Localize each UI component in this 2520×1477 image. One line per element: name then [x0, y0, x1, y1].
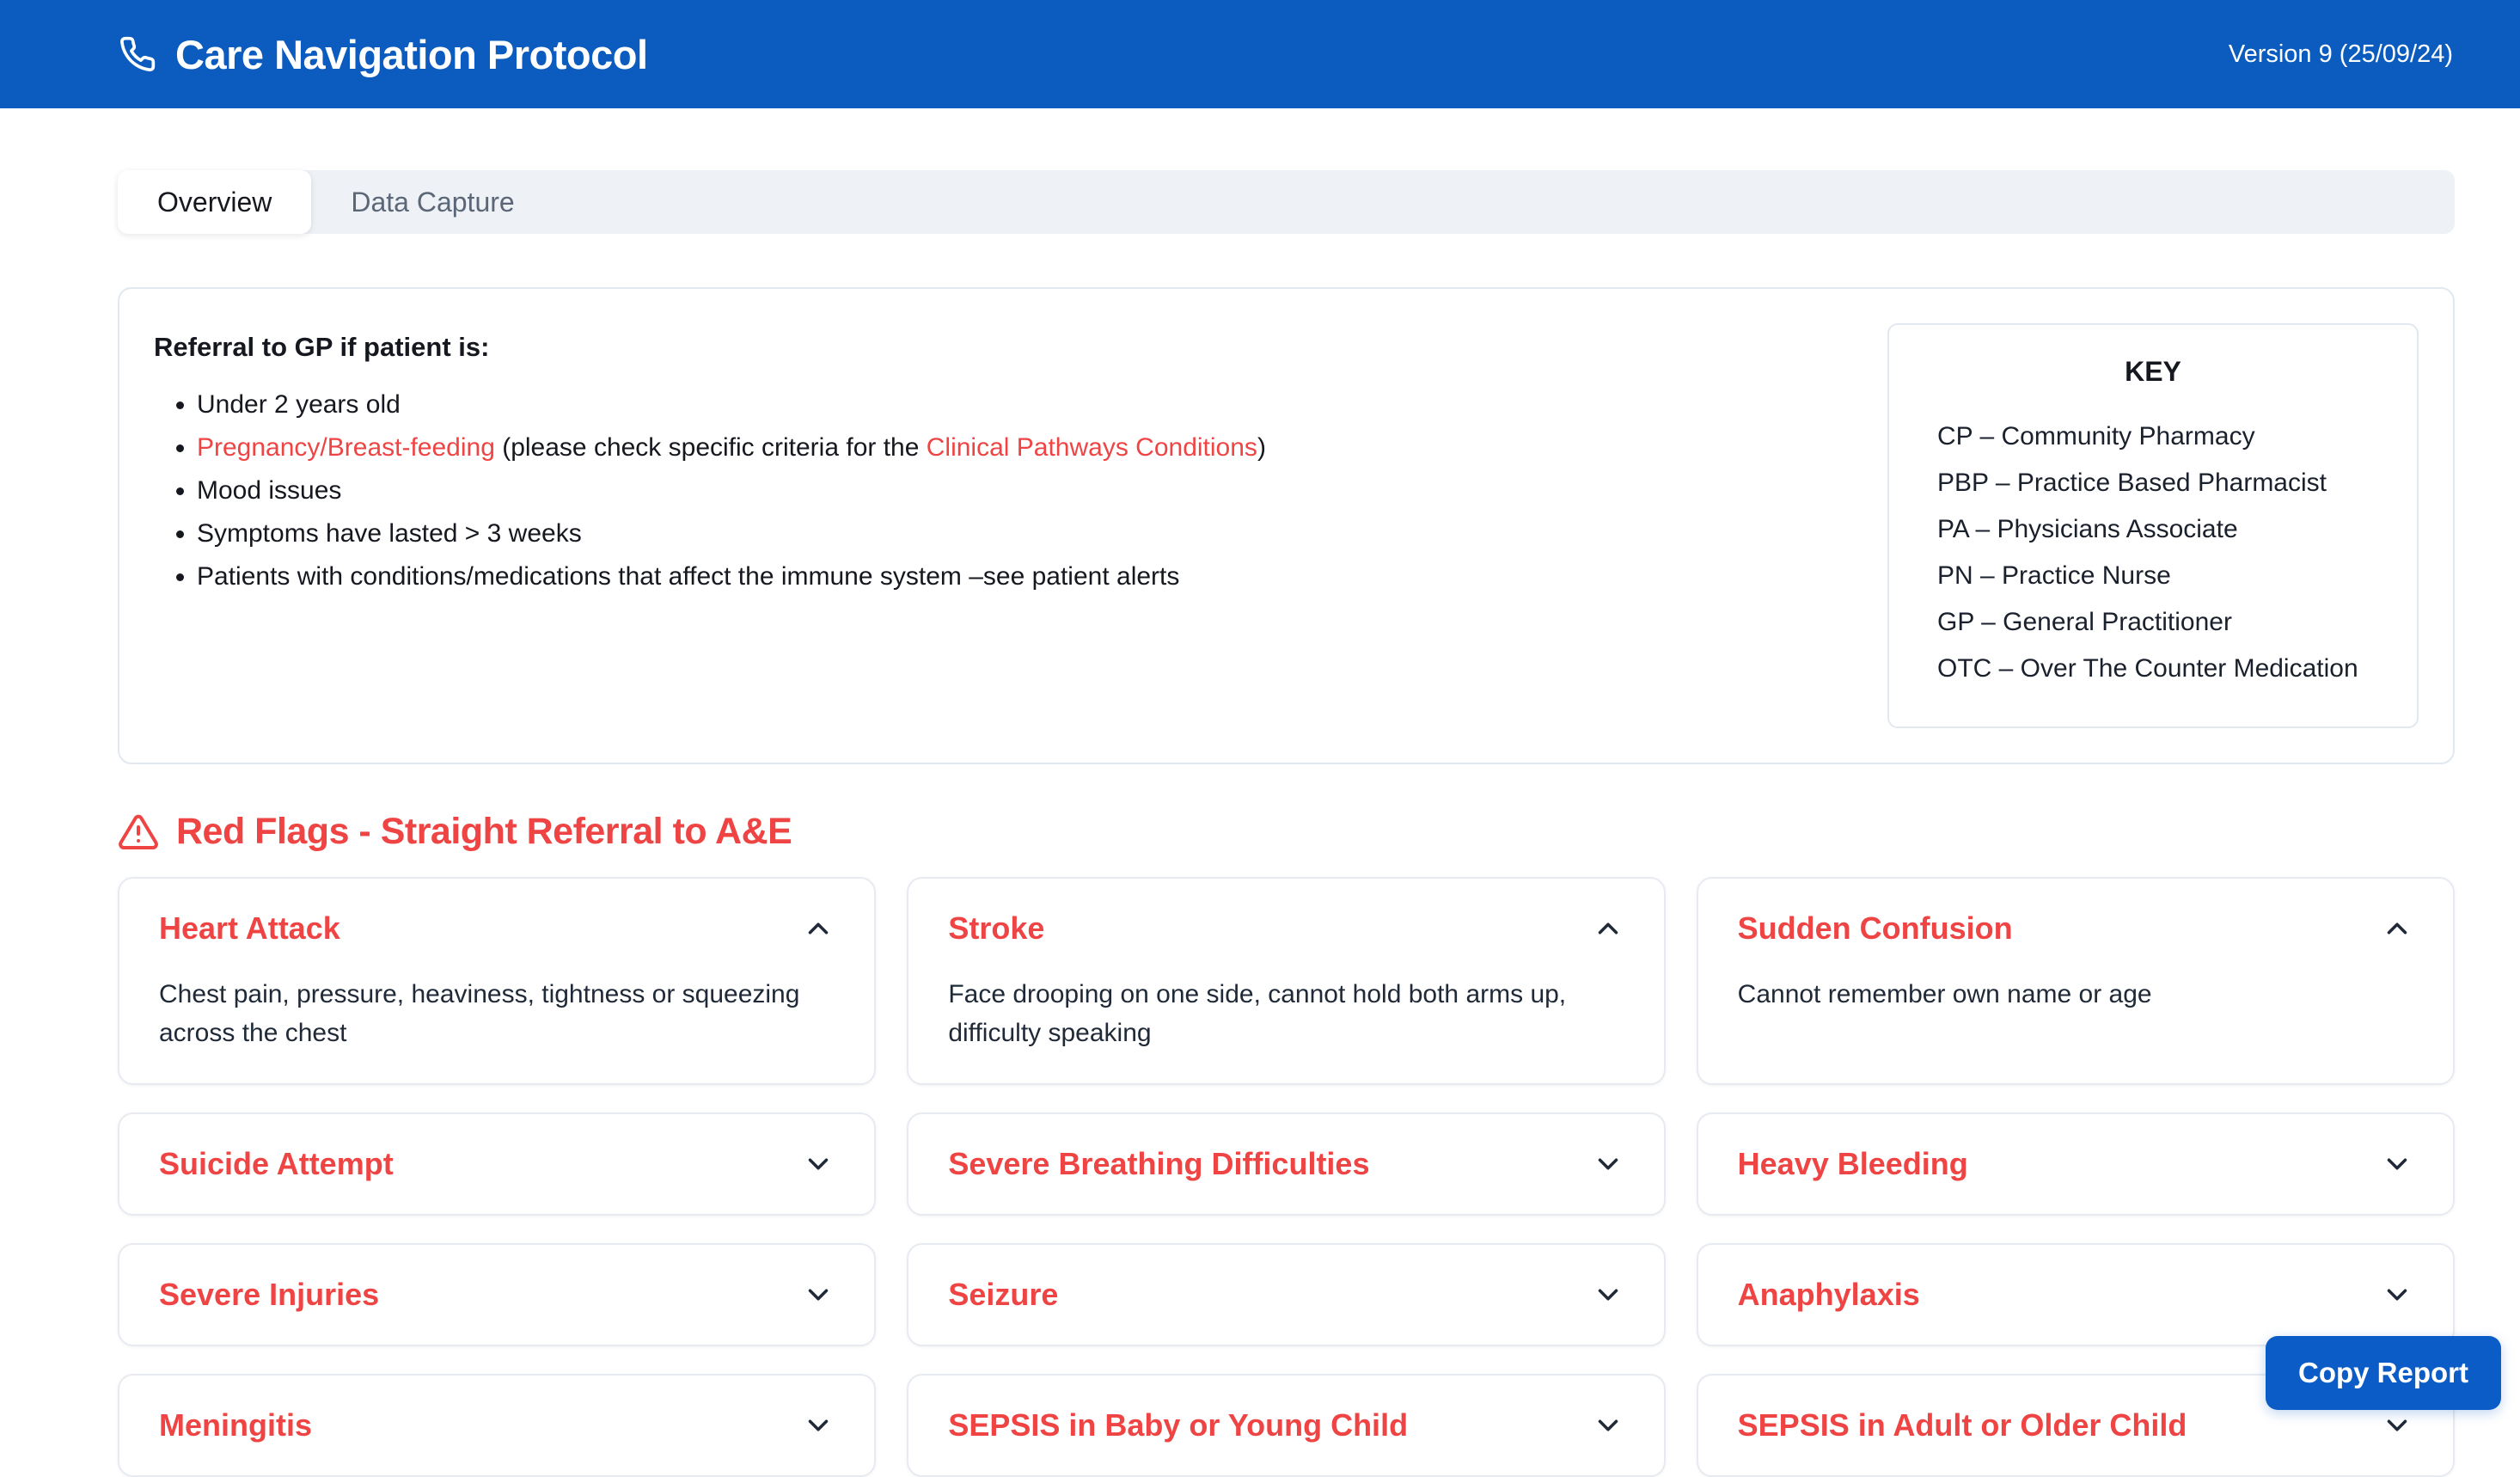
key-entry: OTC – Over The Counter Medication [1937, 646, 2369, 692]
card-toggle-meningitis[interactable]: Meningitis [159, 1407, 835, 1444]
card-anaphylaxis: Anaphylaxis [1697, 1243, 2455, 1346]
key-entry: PA – Physicians Associate [1937, 506, 2369, 553]
copy-report-button[interactable]: Copy Report [2266, 1336, 2501, 1410]
chevron-down-icon[interactable] [1592, 1278, 1624, 1311]
referral-text: Patients with conditions/medications tha… [197, 562, 1179, 591]
red-flags-heading: Red Flags - Straight Referral to A&E [176, 811, 792, 853]
card-title: SEPSIS in Baby or Young Child [948, 1407, 1408, 1444]
card-toggle-stroke[interactable]: Stroke [948, 910, 1624, 947]
card-title: Severe Breathing Difficulties [948, 1145, 1369, 1183]
chevron-down-icon[interactable] [802, 1278, 835, 1311]
card-seizure: Seizure [907, 1243, 1665, 1346]
phone-icon [119, 35, 156, 73]
chevron-down-icon[interactable] [1592, 1148, 1624, 1180]
chevron-down-icon[interactable] [2381, 1278, 2413, 1311]
red-flags-grid: Heart Attack Chest pain, pressure, heavin… [118, 877, 2455, 1477]
referral-item: Pregnancy/Breast-feeding (please check s… [197, 432, 1853, 464]
key-title: KEY [1937, 356, 2369, 388]
app-header: Care Navigation Protocol Version 9 (25/0… [0, 0, 2520, 108]
key-panel: KEY CP – Community PharmacyPBP – Practic… [1887, 323, 2419, 728]
key-entries: CP – Community PharmacyPBP – Practice Ba… [1937, 414, 2369, 692]
chevron-down-icon[interactable] [2381, 1409, 2413, 1442]
referral-item: Mood issues [197, 475, 1853, 507]
card-title: Stroke [948, 910, 1044, 947]
referral-text: (please check specific criteria for the [495, 433, 927, 462]
referral-text: Mood issues [197, 476, 341, 505]
card-body: Cannot remember own name or age [1738, 975, 2413, 1014]
tab-bar: Overview Data Capture [118, 170, 2455, 234]
card-meningitis: Meningitis [118, 1374, 876, 1477]
card-title: Seizure [948, 1276, 1058, 1314]
referral-text: Symptoms have lasted > 3 weeks [197, 519, 582, 548]
card-toggle-sepsis-in-adult-or-older-child[interactable]: SEPSIS in Adult or Older Child [1738, 1407, 2413, 1444]
card-toggle-heavy-bleeding[interactable]: Heavy Bleeding [1738, 1145, 2413, 1183]
referral-item: Patients with conditions/medications tha… [197, 561, 1853, 593]
card-title: SEPSIS in Adult or Older Child [1738, 1407, 2187, 1444]
card-toggle-suicide-attempt[interactable]: Suicide Attempt [159, 1145, 835, 1183]
red-flags-heading-row: Red Flags - Straight Referral to A&E [118, 811, 2455, 853]
chevron-down-icon[interactable] [1592, 1409, 1624, 1442]
card-title: Heart Attack [159, 910, 340, 947]
main-content: Overview Data Capture Referral to GP if … [0, 170, 2520, 1477]
card-toggle-severe-breathing-difficulties[interactable]: Severe Breathing Difficulties [948, 1145, 1624, 1183]
referral-list: Under 2 years old Pregnancy/Breast-feedin… [154, 389, 1853, 593]
red-emphasis-text: Pregnancy/Breast-feeding [197, 433, 495, 462]
chevron-down-icon[interactable] [802, 1148, 835, 1180]
card-title: Severe Injuries [159, 1276, 379, 1314]
card-heavy-bleeding: Heavy Bleeding [1697, 1112, 2455, 1216]
tab-overview[interactable]: Overview [118, 170, 311, 234]
card-sudden-confusion: Sudden Confusion Cannot remember own name… [1697, 877, 2455, 1085]
chevron-up-icon[interactable] [2381, 912, 2413, 945]
card-toggle-anaphylaxis[interactable]: Anaphylaxis [1738, 1276, 2413, 1314]
referral-item: Under 2 years old [197, 389, 1853, 421]
card-severe-injuries: Severe Injuries [118, 1243, 876, 1346]
key-entry: CP – Community Pharmacy [1937, 414, 2369, 460]
chevron-down-icon[interactable] [2381, 1148, 2413, 1180]
card-stroke: Stroke Face drooping on one side, cannot … [907, 877, 1665, 1085]
card-toggle-sepsis-in-baby-or-young-child[interactable]: SEPSIS in Baby or Young Child [948, 1407, 1624, 1444]
card-toggle-seizure[interactable]: Seizure [948, 1276, 1624, 1314]
key-entry: PBP – Practice Based Pharmacist [1937, 460, 2369, 506]
card-title: Meningitis [159, 1407, 312, 1444]
chevron-down-icon[interactable] [802, 1409, 835, 1442]
chevron-up-icon[interactable] [1592, 912, 1624, 945]
card-suicide-attempt: Suicide Attempt [118, 1112, 876, 1216]
card-toggle-severe-injuries[interactable]: Severe Injuries [159, 1276, 835, 1314]
card-sepsis-in-baby-or-young-child: SEPSIS in Baby or Young Child [907, 1374, 1665, 1477]
card-body: Face drooping on one side, cannot hold b… [948, 975, 1624, 1052]
card-title: Sudden Confusion [1738, 910, 2013, 947]
tab-data-capture[interactable]: Data Capture [311, 170, 554, 234]
card-title: Suicide Attempt [159, 1145, 394, 1183]
referral-item: Symptoms have lasted > 3 weeks [197, 518, 1853, 550]
version-label: Version 9 (25/09/24) [2229, 40, 2453, 69]
key-entry: PN – Practice Nurse [1937, 553, 2369, 599]
referral-content: Referral to GP if patient is: Under 2 ye… [154, 323, 1853, 728]
chevron-up-icon[interactable] [802, 912, 835, 945]
referral-text: ) [1257, 433, 1266, 462]
warning-triangle-icon [118, 812, 159, 853]
page-title: Care Navigation Protocol [175, 31, 648, 78]
referral-panel: Referral to GP if patient is: Under 2 ye… [118, 287, 2455, 764]
referral-text: Under 2 years old [197, 390, 401, 419]
app-header-left: Care Navigation Protocol [119, 31, 648, 78]
key-entry: GP – General Practitioner [1937, 599, 2369, 646]
card-severe-breathing-difficulties: Severe Breathing Difficulties [907, 1112, 1665, 1216]
card-heart-attack: Heart Attack Chest pain, pressure, heavin… [118, 877, 876, 1085]
card-title: Heavy Bleeding [1738, 1145, 1968, 1183]
card-title: Anaphylaxis [1738, 1276, 1920, 1314]
referral-heading: Referral to GP if patient is: [154, 332, 1853, 363]
card-body: Chest pain, pressure, heaviness, tightne… [159, 975, 835, 1052]
referral-link[interactable]: Clinical Pathways Conditions [927, 433, 1257, 462]
card-toggle-sudden-confusion[interactable]: Sudden Confusion [1738, 910, 2413, 947]
card-toggle-heart-attack[interactable]: Heart Attack [159, 910, 835, 947]
